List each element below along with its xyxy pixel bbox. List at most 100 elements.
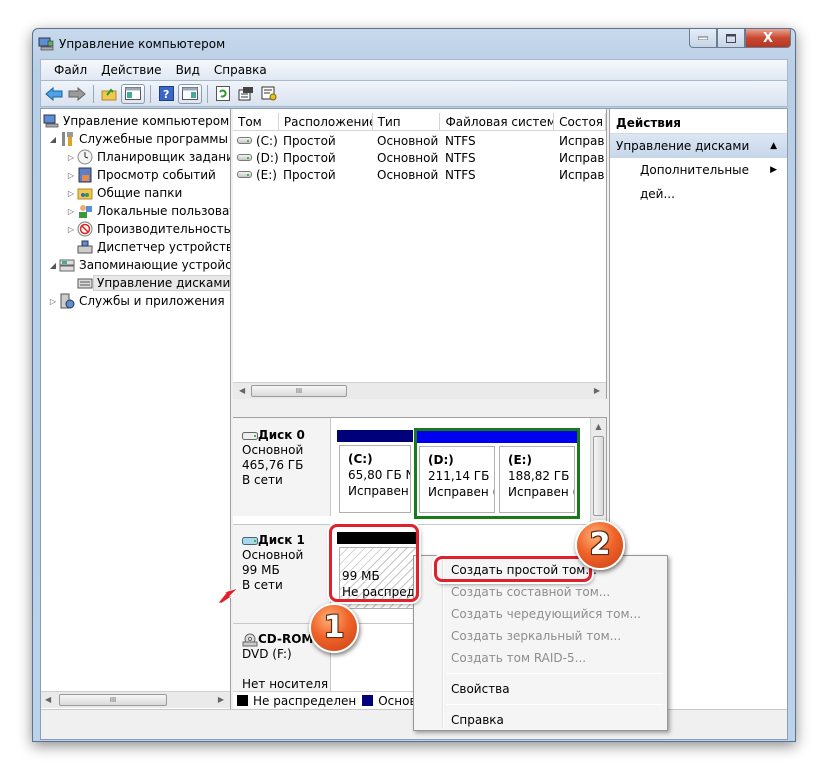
cdrom-icon <box>242 633 258 646</box>
close-icon: X <box>762 30 774 46</box>
collapsed-arrow-icon[interactable]: ▷ <box>65 225 77 234</box>
menu-action[interactable]: Действие <box>94 63 168 77</box>
volume-layout: Простой <box>283 151 336 165</box>
column-header-filesystem[interactable]: Файловая система <box>440 113 555 131</box>
partition-e[interactable]: (E:) 188,82 ГБ NT Исправен (/ <box>497 431 577 516</box>
menu-separator <box>446 673 663 674</box>
services-icon <box>59 293 75 309</box>
partition-state: Исправен ( <box>428 485 495 499</box>
volume-name: (D:) <box>256 151 279 165</box>
toolbar: ? <box>40 81 788 107</box>
menu-item-help[interactable]: Справка <box>416 709 665 731</box>
menu-file[interactable]: Файл <box>47 63 94 77</box>
tree-item-label: Планировщик заданий <box>97 150 231 164</box>
scrollbar-thumb[interactable] <box>593 436 604 516</box>
scroll-right-icon[interactable]: ▶ <box>218 695 224 704</box>
tree-item-label: Просмотр событий <box>97 168 216 182</box>
computer-management-icon <box>38 37 54 51</box>
forward-arrow-icon <box>68 86 86 101</box>
tree-item-task-scheduler[interactable]: ▷ Планировщик заданий <box>65 148 231 166</box>
disk-status: В сети <box>242 578 283 592</box>
legend-item-unallocated: Не распределен <box>237 694 356 708</box>
collapse-up-icon[interactable]: ▲ <box>770 134 777 158</box>
performance-icon <box>77 221 93 237</box>
scroll-left-icon[interactable]: ◀ <box>239 386 245 395</box>
computer-management-icon <box>43 113 59 129</box>
menu-help[interactable]: Справка <box>207 63 274 77</box>
volume-row[interactable]: (C:) Простой Основной NTFS Исправ <box>233 133 606 150</box>
event-viewer-icon <box>77 167 93 183</box>
tree-item-label: Диспетчер устройств <box>97 240 231 254</box>
tree-item-local-users[interactable]: ▷ Локальные пользовате <box>65 202 230 220</box>
tree-item-disk-management[interactable]: Управление дисками <box>77 274 230 292</box>
scroll-left-icon[interactable]: ◀ <box>45 695 51 704</box>
disk-0-label[interactable]: Диск 0 Основной 465,76 ГБ В сети <box>233 418 331 516</box>
scrollbar-thumb[interactable]: III <box>59 694 167 706</box>
volume-row[interactable]: (D:) Простой Основной NTFS Исправ <box>233 150 606 167</box>
collapsed-arrow-icon[interactable]: ▷ <box>65 153 77 162</box>
scrollbar-thumb[interactable]: III <box>251 385 347 397</box>
forward-button[interactable] <box>66 84 88 104</box>
maximize-button[interactable] <box>717 29 745 48</box>
settings-button[interactable] <box>258 84 280 104</box>
partition-d[interactable]: (D:) 211,14 ГБ NT Исправен ( <box>417 431 497 516</box>
tools-icon <box>59 131 75 147</box>
refresh-button[interactable] <box>212 84 234 104</box>
collapsed-arrow-icon[interactable]: ▷ <box>65 171 77 180</box>
column-header-type[interactable]: Тип <box>373 113 441 131</box>
help-button[interactable]: ? <box>155 84 177 104</box>
column-header-layout[interactable]: Расположение <box>279 113 373 131</box>
column-header-status[interactable]: Состоя <box>554 113 606 131</box>
show-hide-action-pane-button[interactable] <box>178 83 202 104</box>
toolbar-separator <box>207 84 208 103</box>
disk-1-label[interactable]: Диск 1 Основной 99 МБ В сети <box>233 525 331 623</box>
menu-item-properties[interactable]: Свойства <box>416 678 665 700</box>
expanded-arrow-icon[interactable]: ◢ <box>47 135 59 144</box>
partition-letter: (E:) <box>508 453 532 467</box>
menu-item-new-raid5-volume: Создать том RAID-5... <box>451 651 587 665</box>
legend-swatch <box>237 695 248 706</box>
partition-bar <box>417 431 497 443</box>
help-icon: ? <box>158 86 174 101</box>
tree-item-computer-management[interactable]: Управление компьютером (л <box>43 112 231 130</box>
volume-type: Основной <box>377 134 439 148</box>
menu-item-new-mirrored-volume: Создать зеркальный том... <box>451 629 622 643</box>
tree-item-device-manager[interactable]: Диспетчер устройств <box>77 238 231 256</box>
up-folder-button[interactable] <box>98 84 120 104</box>
show-hide-console-tree-button[interactable] <box>121 83 145 104</box>
volume-row[interactable]: (E:) Простой Основной NTFS Исправ <box>233 167 606 184</box>
tree-item-services-apps[interactable]: ▷ Службы и приложения <box>47 292 225 310</box>
volume-list-horizontal-scrollbar[interactable]: ◀ III ▶ <box>233 382 606 399</box>
action-more-actions[interactable]: Дополнительные дей... ▶ <box>610 158 787 201</box>
minimize-button[interactable] <box>689 29 717 48</box>
scroll-up-icon[interactable]: ▲ <box>591 422 606 431</box>
partition-c[interactable]: (C:) 65,80 ГБ NT Исправен ( <box>337 430 413 516</box>
tree-item-performance[interactable]: ▷ Производительность <box>65 220 230 238</box>
tree-item-shared-folders[interactable]: ▷ Общие папки <box>65 184 182 202</box>
tree-item-event-viewer[interactable]: ▷ Просмотр событий <box>65 166 216 184</box>
collapsed-arrow-icon[interactable]: ▷ <box>47 297 59 306</box>
expanded-arrow-icon[interactable]: ◢ <box>47 261 59 270</box>
properties-button[interactable] <box>235 84 257 104</box>
scroll-right-icon[interactable]: ▶ <box>594 386 600 395</box>
tree-item-label: Служебные программы <box>79 132 228 146</box>
menu-view[interactable]: Вид <box>169 63 207 77</box>
tree-item-label: Управление компьютером (л <box>63 114 231 128</box>
tree-item-system-tools[interactable]: ◢ Служебные программы <box>47 130 228 148</box>
tree-item-storage[interactable]: ◢ Запоминающие устройст <box>47 256 230 274</box>
volume-type: Основной <box>377 151 439 165</box>
device-manager-icon <box>77 239 93 255</box>
partition-size: 65,80 ГБ NT <box>348 468 410 482</box>
partition-letter: (D:) <box>428 453 454 467</box>
column-header-volume[interactable]: Том <box>233 113 279 131</box>
menu-separator <box>446 704 663 705</box>
column-headers: Том Расположение Тип Файловая система Со… <box>233 113 606 131</box>
collapsed-arrow-icon[interactable]: ▷ <box>65 189 77 198</box>
title-bar[interactable]: Управление компьютером X <box>33 29 795 59</box>
close-button[interactable]: X <box>745 29 791 48</box>
tree-horizontal-scrollbar[interactable]: ◀ III ▶ <box>41 691 230 708</box>
actions-section-disk-management[interactable]: Управление дисками ▲ <box>610 134 787 158</box>
collapsed-arrow-icon[interactable]: ▷ <box>65 207 77 216</box>
back-button[interactable] <box>43 84 65 104</box>
toolbar-separator <box>93 84 94 103</box>
